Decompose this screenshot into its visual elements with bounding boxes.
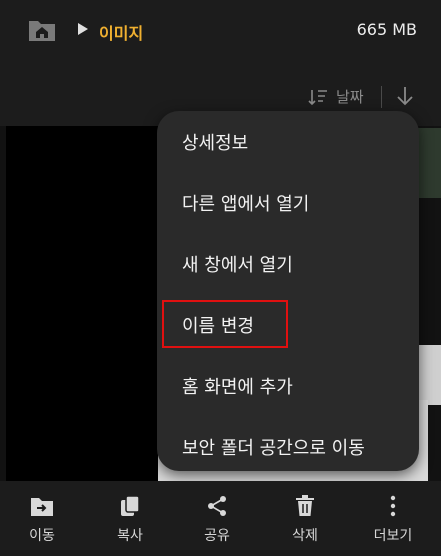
- breadcrumb-arrow-icon: [78, 23, 88, 35]
- more-label: 더보기: [373, 528, 413, 544]
- move-button[interactable]: 이동: [7, 491, 77, 549]
- sort-label[interactable]: 날짜: [336, 86, 364, 107]
- more-icon: [390, 495, 396, 517]
- more-button[interactable]: 더보기: [358, 491, 428, 549]
- home-icon[interactable]: [27, 17, 57, 43]
- image-thumbnail[interactable]: [6, 126, 158, 481]
- delete-button[interactable]: 삭제: [270, 491, 340, 549]
- delete-icon: [296, 495, 314, 516]
- copy-label: 복사: [117, 528, 143, 544]
- storage-size: 665 MB: [356, 20, 417, 39]
- copy-icon: [121, 495, 140, 516]
- copy-button[interactable]: 복사: [95, 491, 165, 549]
- menu-item-move-to-secure-folder[interactable]: 보안 폴더 공간으로 이동: [182, 434, 365, 460]
- menu-item-details[interactable]: 상세정보: [182, 129, 248, 155]
- sort-direction-icon[interactable]: [395, 85, 415, 107]
- move-label: 이동: [29, 528, 55, 544]
- delete-label: 삭제: [292, 528, 318, 544]
- rename-highlight-box: [162, 300, 288, 348]
- share-icon: [208, 496, 226, 516]
- sort-divider: [381, 86, 382, 108]
- menu-item-open-in-other-app[interactable]: 다른 앱에서 열기: [182, 190, 309, 216]
- share-button[interactable]: 공유: [182, 491, 252, 549]
- breadcrumb-current[interactable]: 이미지: [99, 20, 143, 44]
- context-menu: 상세정보 다른 앱에서 열기 새 창에서 열기 이름 변경 홈 화면에 추가 보…: [157, 111, 419, 471]
- sort-icon[interactable]: [308, 88, 328, 106]
- menu-item-open-in-new-window[interactable]: 새 창에서 열기: [182, 251, 293, 277]
- menu-item-add-to-home[interactable]: 홈 화면에 추가: [182, 373, 293, 399]
- move-icon: [31, 498, 53, 516]
- share-label: 공유: [204, 528, 230, 544]
